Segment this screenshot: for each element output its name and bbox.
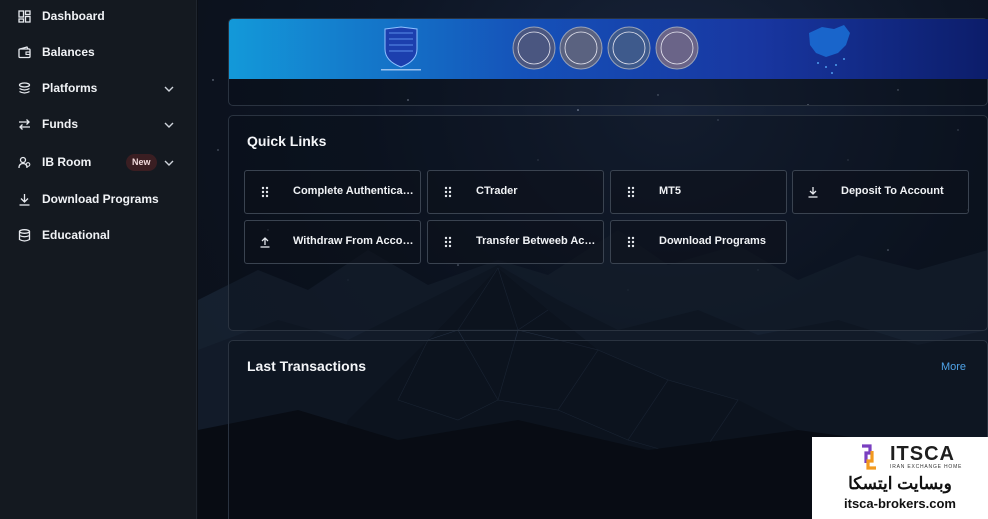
chevron-down-icon[interactable]: [163, 82, 175, 94]
layers-icon: [17, 81, 31, 95]
quick-link-label: MT5: [659, 185, 681, 197]
awards-emblems-image: [381, 25, 850, 74]
quick-links-title: Quick Links: [247, 133, 327, 149]
sidebar: Dashboard Balances Platforms Funds IB Ro…: [0, 0, 197, 519]
users-icon: [17, 155, 31, 169]
quick-link-label: Transfer Betweeb Acc...: [476, 235, 598, 247]
watermark: ITSCA IRAN EXCHANGE HOME وبسایت ایتسکا i…: [812, 437, 988, 519]
more-link[interactable]: More: [941, 361, 966, 373]
quick-link-transfer-between-accounts[interactable]: Transfer Betweeb Acc...: [427, 220, 604, 264]
last-transactions-title: Last Transactions: [247, 358, 367, 374]
sidebar-item-label: Funds: [42, 117, 78, 131]
quick-link-deposit-to-account[interactable]: Deposit To Account: [792, 170, 969, 214]
sidebar-item-balances[interactable]: Balances: [0, 35, 197, 69]
awards-banner: [229, 19, 988, 79]
upload-icon: [258, 235, 272, 249]
grip-dots-icon: [624, 235, 638, 249]
quick-link-label: Deposit To Account: [841, 185, 944, 197]
sidebar-item-dashboard[interactable]: Dashboard: [0, 0, 197, 33]
sidebar-item-label: Educational: [42, 228, 111, 242]
sidebar-item-label: Download Programs: [42, 192, 159, 206]
sidebar-item-educational[interactable]: Educational: [0, 218, 197, 252]
sidebar-item-funds[interactable]: Funds: [0, 107, 197, 141]
database-icon: [17, 228, 31, 242]
new-badge: New: [126, 154, 157, 171]
sidebar-item-label: IB Room: [42, 155, 92, 169]
quick-link-label: Download Programs: [659, 235, 766, 247]
watermark-persian: وبسایت ایتسکا: [848, 474, 952, 493]
quick-link-complete-authentication[interactable]: Complete Authenticati...: [244, 170, 421, 214]
grip-dots-icon: [441, 185, 455, 199]
sidebar-item-label: Balances: [42, 45, 95, 59]
download-icon: [806, 185, 820, 199]
brand-logo-icon: [858, 443, 880, 471]
sidebar-item-label: Platforms: [42, 81, 98, 95]
transfer-arrows-icon: [17, 117, 31, 131]
grip-dots-icon: [441, 235, 455, 249]
watermark-brand: ITSCA: [890, 443, 955, 465]
quick-link-download-programs[interactable]: Download Programs: [610, 220, 787, 264]
watermark-url: itsca-brokers.com: [844, 496, 956, 511]
watermark-subtitle: IRAN EXCHANGE HOME: [890, 464, 963, 470]
sidebar-item-download-programs[interactable]: Download Programs: [0, 182, 197, 216]
quick-link-ctrader[interactable]: CTrader: [427, 170, 604, 214]
chevron-down-icon[interactable]: [163, 156, 175, 168]
quick-link-mt5[interactable]: MT5: [610, 170, 787, 214]
grip-dots-icon: [624, 185, 638, 199]
quick-link-label: Complete Authenticati...: [293, 185, 415, 197]
wallet-icon: [17, 45, 31, 59]
sidebar-item-platforms[interactable]: Platforms: [0, 71, 197, 105]
sidebar-item-label: Dashboard: [42, 9, 105, 23]
dashboard-icon: [17, 9, 31, 23]
quick-link-label: CTrader: [476, 185, 518, 197]
grip-dots-icon: [258, 185, 272, 199]
download-icon: [17, 192, 31, 206]
quick-link-withdraw-from-account[interactable]: Withdraw From Account: [244, 220, 421, 264]
sidebar-item-ib-room[interactable]: IB Room New: [0, 145, 197, 179]
chevron-down-icon[interactable]: [163, 118, 175, 130]
quick-link-label: Withdraw From Account: [293, 235, 415, 247]
